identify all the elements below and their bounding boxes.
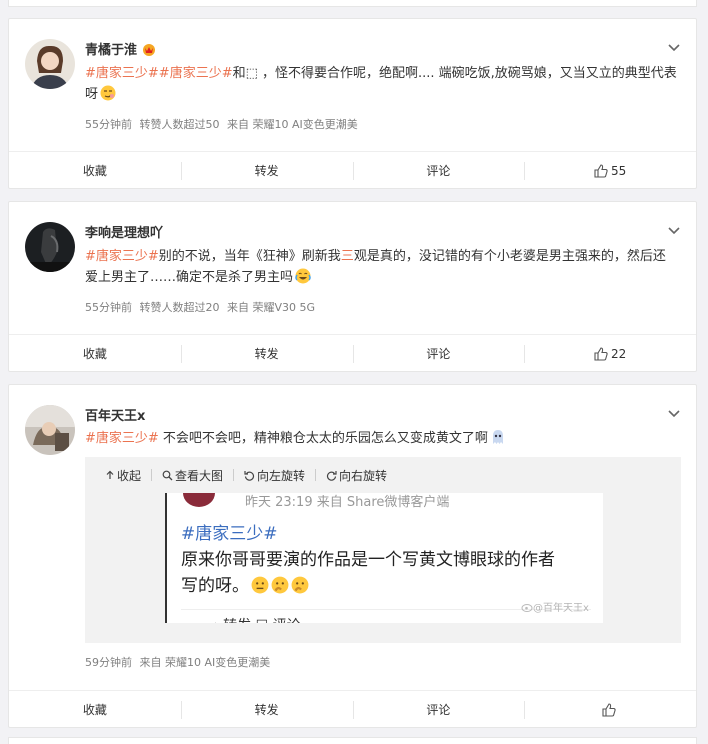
- vip-crown-icon: [143, 44, 156, 56]
- divider: [315, 469, 317, 481]
- thumb-up-icon: [594, 163, 608, 178]
- post-source: 来自 荣耀V30 5G: [227, 301, 316, 314]
- repost-count: 转赞人数超过50: [139, 118, 220, 131]
- previous-card-edge: [8, 0, 697, 7]
- like-button[interactable]: 22: [524, 335, 696, 371]
- rotate-left-button[interactable]: 向左旋转: [244, 467, 305, 484]
- post-card: 青橘于淮 #唐家三少##唐家三少#和⬚ ，怪不得要合作呢，绝配啊.... 端碗吃…: [8, 18, 697, 189]
- post-text: #唐家三少#别的不说，当年《狂神》刷新我三观是真的，没记错的有个小老婆是男主强来…: [85, 249, 666, 285]
- action-bar: 收藏 转发 评论: [9, 690, 696, 727]
- arrow-up-icon: [106, 470, 114, 479]
- post-text: #唐家三少##唐家三少#和⬚ ，怪不得要合作呢，绝配啊.... 端碗吃饭,放碗骂…: [85, 66, 677, 102]
- post-meta: 55分钟前 转赞人数超过20 来自 荣耀V30 5G: [85, 299, 319, 315]
- like-button[interactable]: [524, 691, 696, 727]
- collapse-button[interactable]: 收起: [105, 467, 141, 484]
- avatar[interactable]: [25, 405, 75, 455]
- media-viewer: 收起 查看大图 向左旋转 向右旋转 昨天 23:19 来自 Share微博客户端…: [85, 457, 681, 643]
- post-source: 来自 荣耀10 AI变色更潮美: [139, 656, 271, 669]
- repost-button[interactable]: 转发: [180, 335, 353, 371]
- thinking-emoji-icon: [291, 576, 309, 594]
- topic-link[interactable]: #唐家三少#: [85, 431, 159, 446]
- laugh-cry-emoji-icon: [295, 268, 311, 284]
- repost-button[interactable]: 转发: [180, 152, 353, 188]
- ghost-emoji-icon: [492, 430, 503, 444]
- view-large-button[interactable]: 查看大图: [162, 467, 223, 484]
- post-time[interactable]: 55分钟前: [85, 301, 132, 314]
- rotate-right-icon: [326, 470, 337, 481]
- favorite-button[interactable]: 收藏: [9, 152, 181, 188]
- screenshot-header: 昨天 23:19 来自 Share微博客户端: [245, 495, 450, 510]
- screenshot-topic: #唐家三少#: [181, 524, 278, 544]
- avatar[interactable]: [25, 39, 75, 89]
- favorite-button[interactable]: 收藏: [9, 335, 181, 371]
- repost-button[interactable]: 转发: [180, 691, 353, 727]
- smirk-emoji-icon: [100, 85, 116, 101]
- post-meta: 59分钟前 来自 荣耀10 AI变色更潮美: [85, 654, 274, 670]
- user-name[interactable]: 青橘于淮: [85, 39, 157, 58]
- action-bar: 收藏 转发 评论 22: [9, 334, 696, 371]
- divider: [151, 469, 153, 481]
- chevron-down-icon[interactable]: [666, 39, 682, 55]
- screenshot-footer: → 转发 ☐ 评论: [207, 615, 301, 623]
- action-bar: 收藏 转发 评论 55: [9, 151, 696, 188]
- chevron-down-icon[interactable]: [666, 222, 682, 238]
- thumb-up-icon: [602, 702, 616, 717]
- favorite-button[interactable]: 收藏: [9, 691, 181, 727]
- post-time[interactable]: 55分钟前: [85, 118, 132, 131]
- post-meta: 55分钟前 转赞人数超过50 来自 荣耀10 AI变色更潮美: [85, 116, 362, 132]
- screenshot-text-line: 原来你哥哥要演的作品是一个写黄文博眼球的作者: [181, 550, 555, 570]
- post-source: 来自 荣耀10 AI变色更潮美: [227, 118, 358, 131]
- post-card: 李响是理想吖 #唐家三少#别的不说，当年《狂神》刷新我三观是真的，没记错的有个小…: [8, 201, 697, 372]
- topic-link[interactable]: #唐家三少#: [85, 66, 159, 81]
- like-count: 22: [610, 346, 627, 361]
- avatar[interactable]: [25, 222, 75, 272]
- topic-link[interactable]: #唐家三少#: [159, 66, 233, 81]
- topic-link[interactable]: #唐家三少#: [85, 249, 159, 264]
- rotate-left-icon: [244, 470, 255, 481]
- screenshot-text-line: 写的呀。: [181, 571, 309, 596]
- thinking-emoji-icon: [251, 576, 269, 594]
- media-toolbar: 收起 查看大图 向左旋转 向右旋转: [85, 457, 681, 493]
- comment-button[interactable]: 评论: [352, 335, 525, 371]
- post-text: #唐家三少# 不会吧不会吧，精神粮仓太太的乐园怎么又变成黄文了啊: [85, 428, 677, 449]
- thinking-emoji-icon: [271, 576, 289, 594]
- next-card-edge: [8, 737, 697, 744]
- like-button[interactable]: 55: [524, 152, 696, 188]
- comment-button[interactable]: 评论: [352, 152, 525, 188]
- comment-button[interactable]: 评论: [352, 691, 525, 727]
- watermark: @百年天王x: [521, 599, 589, 614]
- rotate-right-button[interactable]: 向右旋转: [326, 467, 387, 484]
- like-count: 55: [610, 163, 627, 178]
- divider: [233, 469, 235, 481]
- screenshot-avatar: [183, 493, 215, 507]
- post-card: 百年天王x #唐家三少# 不会吧不会吧，精神粮仓太太的乐园怎么又变成黄文了啊 收…: [8, 384, 697, 728]
- thumb-up-icon: [594, 346, 608, 361]
- user-name[interactable]: 百年天王x: [85, 405, 145, 424]
- post-time[interactable]: 59分钟前: [85, 656, 132, 669]
- chevron-down-icon[interactable]: [666, 405, 682, 421]
- magnifier-icon: [162, 470, 173, 480]
- user-name[interactable]: 李响是理想吖: [85, 222, 163, 241]
- repost-count: 转赞人数超过20: [139, 301, 220, 314]
- weibo-logo-icon: [521, 603, 533, 612]
